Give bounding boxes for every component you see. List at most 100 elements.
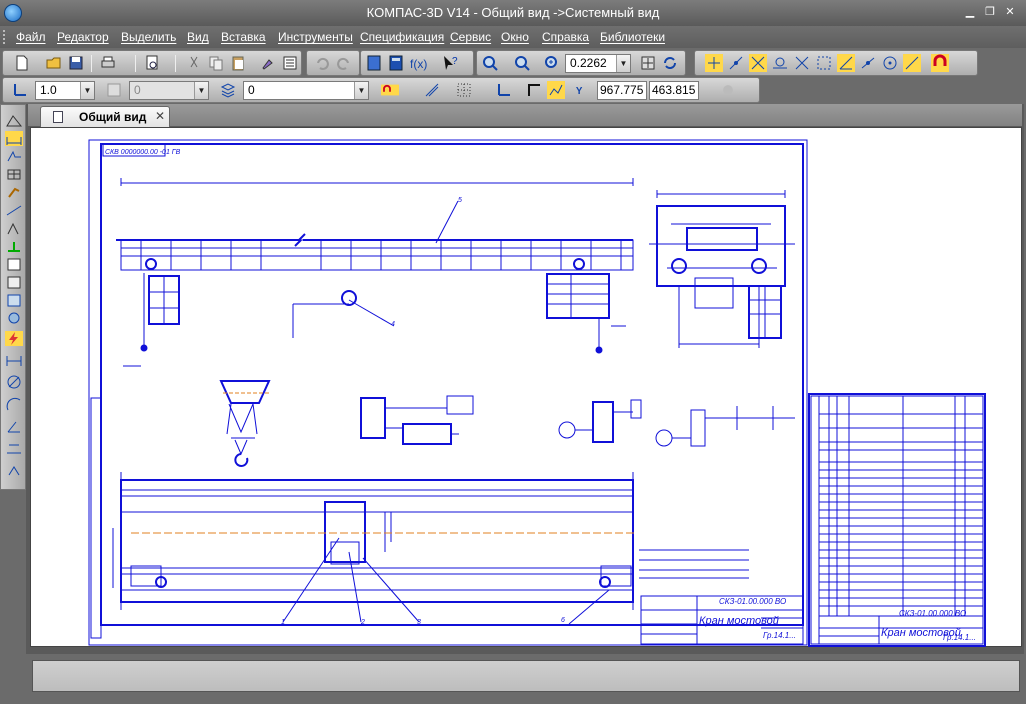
refresh-icon[interactable]: [661, 54, 679, 72]
magnet-snap-icon[interactable]: [931, 54, 949, 72]
calculator-icon[interactable]: [387, 54, 405, 72]
main-title-code: СКЗ-01.00.000 ВО: [719, 597, 786, 606]
snap-angle-icon[interactable]: [837, 54, 855, 72]
zoom-window-icon[interactable]: [481, 54, 499, 72]
linear-dimension-icon[interactable]: [5, 353, 23, 368]
menu-insert[interactable]: Вставка: [221, 30, 266, 44]
list-icon[interactable]: [281, 54, 299, 72]
manager-toolbar: f(x) ?: [360, 50, 474, 76]
pan-icon[interactable]: [639, 54, 657, 72]
radial-dimension-icon[interactable]: [5, 397, 23, 412]
menu-file[interactable]: Файл: [16, 30, 46, 44]
window-title: КОМПАС-3D V14 - Общий вид ->Системный ви…: [366, 5, 660, 20]
callout-6: 6: [561, 617, 565, 624]
zoom-dropdown-arrow[interactable]: ▼: [616, 55, 630, 72]
snap-center-icon[interactable]: [881, 54, 899, 72]
zoom-scale-field[interactable]: 0.2262 ▼: [565, 54, 631, 73]
menu-window[interactable]: Окно: [501, 30, 529, 44]
diameter-dimension-icon[interactable]: [5, 375, 23, 390]
snap-nearest-point-icon[interactable]: [705, 54, 723, 72]
measure-icon[interactable]: [5, 203, 23, 218]
dimensions-icon[interactable]: [5, 131, 23, 146]
cursor-y-field[interactable]: 463.815: [649, 81, 699, 100]
snap-tangent-icon[interactable]: [771, 54, 789, 72]
layers-icon[interactable]: [219, 81, 237, 99]
grid-icon[interactable]: [455, 81, 473, 99]
tab-label: Общий вид: [79, 110, 147, 124]
lightning-icon[interactable]: [5, 331, 23, 346]
snap-midpoint-icon[interactable]: [727, 54, 745, 72]
tab-close-icon[interactable]: ✕: [155, 109, 165, 123]
print-icon[interactable]: [99, 54, 117, 72]
reports-icon[interactable]: [5, 257, 23, 272]
height-mark-icon[interactable]: [5, 463, 23, 478]
properties-brush-icon[interactable]: [259, 54, 277, 72]
menu-select[interactable]: Выделить: [121, 30, 176, 44]
manager-doc-icon[interactable]: [365, 54, 383, 72]
variables-fx-icon[interactable]: f(x): [409, 54, 427, 72]
magnet-snap-settings-icon[interactable]: [381, 81, 399, 99]
menu-libraries[interactable]: Библиотеки: [600, 30, 665, 44]
notation-icon[interactable]: [5, 149, 23, 164]
parameterization-icon[interactable]: [5, 185, 23, 200]
zoom-in-icon[interactable]: [543, 54, 561, 72]
line-scale-dropdown-arrow[interactable]: ▼: [80, 82, 94, 99]
snap-point-on-curve-icon[interactable]: [859, 54, 877, 72]
new-document-icon[interactable]: [13, 54, 31, 72]
local-coordinate-icon[interactable]: [495, 81, 513, 99]
minimize-button[interactable]: ▁: [962, 5, 978, 19]
restore-button[interactable]: ❐: [982, 5, 998, 19]
title-bar: КОМПАС-3D V14 - Общий вид ->Системный ви…: [0, 0, 1026, 26]
svg-text:Y: Y: [576, 86, 583, 97]
tab-general-view[interactable]: Общий вид ✕: [40, 106, 170, 127]
undo-icon[interactable]: [313, 54, 331, 72]
cursor-step-field[interactable]: 0 ▼: [129, 81, 209, 100]
step-cursor-icon[interactable]: [105, 81, 123, 99]
drawing-canvas[interactable]: СКВ 0000000.00 -01 ГВ СКЗ-01.00.000 ВО К…: [30, 127, 1022, 647]
cursor-x-field[interactable]: 967.775: [597, 81, 647, 100]
edit-icon[interactable]: [5, 167, 23, 182]
menu-view[interactable]: Вид: [187, 30, 209, 44]
paste-icon[interactable]: [229, 54, 247, 72]
menu-tools[interactable]: Инструменты: [278, 30, 353, 44]
drawing-sheet[interactable]: СКВ 0000000.00 -01 ГВ СКЗ-01.00.000 ВО К…: [31, 128, 1023, 648]
current-layer-field[interactable]: 0 ▼: [243, 81, 369, 100]
angular-dimension-icon[interactable]: [5, 419, 23, 434]
menu-help[interactable]: Справка: [542, 30, 589, 44]
save-icon[interactable]: [67, 54, 85, 72]
round-coords-icon[interactable]: [547, 81, 565, 99]
open-folder-icon[interactable]: [45, 54, 63, 72]
library-icon[interactable]: [5, 311, 23, 326]
fragment-icon[interactable]: [5, 293, 23, 308]
copy-icon[interactable]: [207, 54, 225, 72]
zoom-all-icon[interactable]: [513, 54, 531, 72]
orthogonal-mode-icon[interactable]: [423, 81, 441, 99]
drawing-stamp-code: СКВ 0000000.00 -01 ГВ: [105, 149, 181, 156]
cut-icon[interactable]: [185, 54, 203, 72]
snap-grid-icon[interactable]: [815, 54, 833, 72]
geometry-icon[interactable]: [5, 113, 23, 128]
menu-specification[interactable]: Спецификация: [360, 30, 444, 44]
select-icon[interactable]: [5, 221, 23, 236]
drawing-doc-icon: [53, 111, 63, 123]
ortho-icon[interactable]: [525, 81, 543, 99]
arc-dimension-icon[interactable]: [5, 441, 23, 456]
snap-intersection-icon[interactable]: [749, 54, 767, 72]
menu-grip[interactable]: [3, 30, 7, 44]
print-preview-icon[interactable]: [143, 54, 161, 72]
snap-normal-icon[interactable]: [793, 54, 811, 72]
menu-edit[interactable]: Редактор: [57, 30, 109, 44]
line-scale-field[interactable]: 1.0 ▼: [35, 81, 95, 100]
close-button[interactable]: ✕: [1002, 5, 1018, 19]
layer-dropdown-arrow[interactable]: ▼: [354, 82, 368, 99]
spec-icon[interactable]: [5, 239, 23, 254]
insert-icon[interactable]: [5, 275, 23, 290]
help-pointer-icon[interactable]: ?: [441, 54, 459, 72]
menu-service[interactable]: Сервис: [450, 30, 491, 44]
coordinate-system-icon[interactable]: [11, 81, 29, 99]
snap-extension-icon[interactable]: [903, 54, 921, 72]
step-dropdown-arrow[interactable]: ▼: [194, 82, 208, 99]
spec-title-code: СКЗ-01.00.000 ВО: [899, 609, 966, 618]
redo-icon[interactable]: [335, 54, 353, 72]
current-state-toolbar: 1.0 ▼ 0 ▼ 0 ▼ Y 967.775 463.815: [2, 77, 760, 103]
